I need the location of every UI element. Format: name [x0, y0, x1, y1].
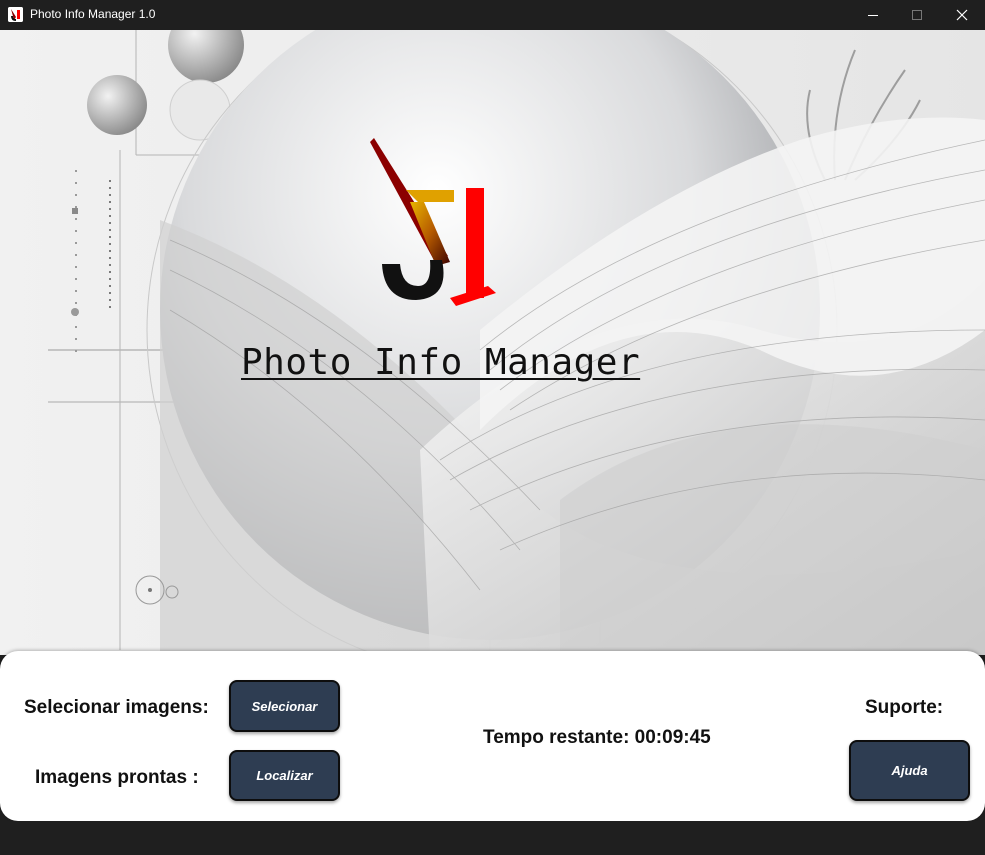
maximize-icon: [912, 10, 922, 20]
title-bar: Photo Info Manager 1.0: [0, 0, 985, 30]
window-title: Photo Info Manager 1.0: [30, 7, 156, 21]
app-logo: [370, 138, 500, 312]
minimize-icon: [868, 15, 878, 16]
remaining-time-text: Tempo restante: 00:09:45: [483, 727, 711, 748]
minimize-button[interactable]: [850, 0, 896, 30]
hero-background: Photo Info Manager: [0, 30, 985, 655]
select-button[interactable]: Selecionar: [229, 680, 340, 732]
app-logo-icon: [8, 7, 23, 22]
sj-logo-icon: [370, 138, 496, 306]
locate-button[interactable]: Localizar: [229, 750, 340, 801]
close-button[interactable]: [939, 0, 985, 30]
support-label: Suporte:: [865, 697, 944, 718]
window-bottom-edge: [0, 821, 985, 855]
app-title-heading: Photo Info Manager: [241, 342, 641, 383]
close-icon: [956, 9, 968, 21]
maximize-button[interactable]: [894, 0, 940, 30]
help-button[interactable]: Ajuda: [849, 740, 970, 801]
ready-images-label: Imagens prontas :: [35, 767, 199, 788]
select-images-label: Selecionar imagens:: [24, 697, 209, 718]
control-panel: Selecionar imagens: Selecionar Imagens p…: [0, 651, 985, 821]
